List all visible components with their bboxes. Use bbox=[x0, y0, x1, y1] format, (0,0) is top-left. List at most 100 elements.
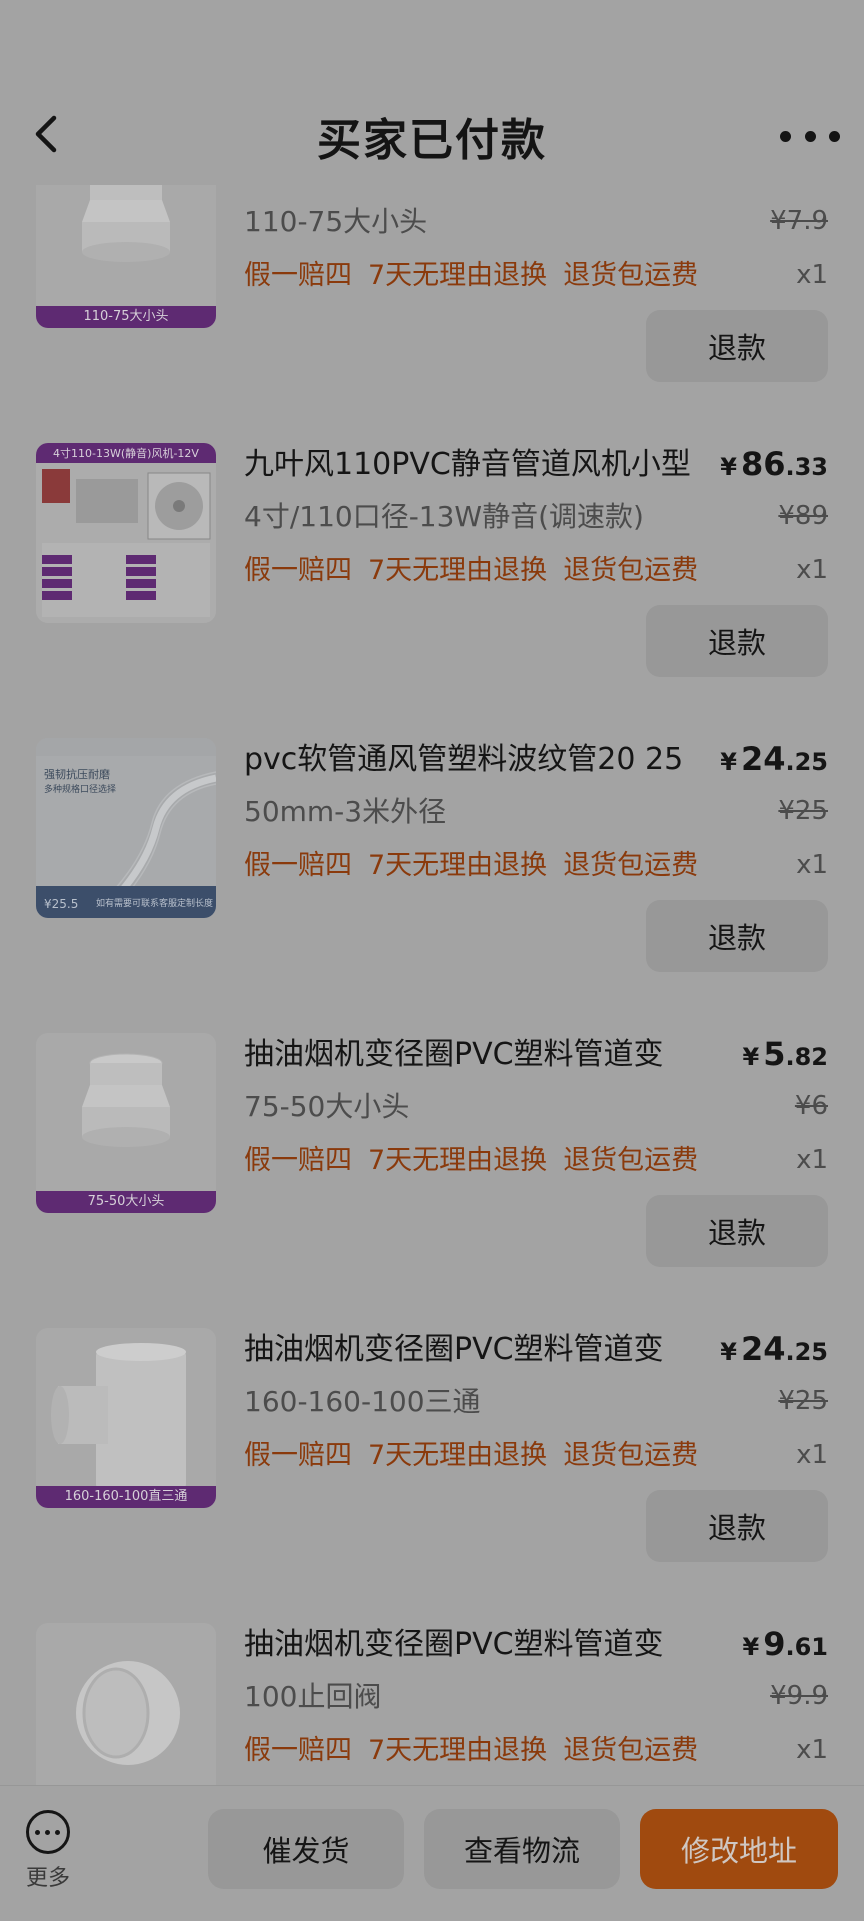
currency-symbol: ¥ bbox=[720, 453, 737, 481]
price-integer: 24 bbox=[740, 740, 786, 778]
check-valve-image bbox=[36, 1623, 216, 1785]
original-price: ¥25 bbox=[778, 796, 828, 826]
more-menu-button[interactable]: 更多 bbox=[20, 1810, 76, 1891]
price-integer: 5 bbox=[763, 1035, 786, 1073]
refund-button[interactable]: 退款 bbox=[646, 900, 828, 972]
top-nav-bar: 买家已付款 bbox=[0, 0, 864, 185]
tee-fitting-image bbox=[36, 1328, 216, 1508]
refund-button[interactable]: 退款 bbox=[646, 310, 828, 382]
service-tag: 假一赔四 bbox=[244, 850, 352, 881]
service-tag: 退货包运费 bbox=[563, 1440, 699, 1471]
order-item[interactable]: 75-50大小头 抽油烟机变径圈PVC塑料管道变 ¥5.82 75-50大小头 ¥6 假一… bbox=[0, 1033, 864, 1328]
product-name[interactable]: 抽油烟机变径圈PVC塑料管道变 bbox=[244, 1328, 724, 1372]
price-decimal: .82 bbox=[785, 1043, 828, 1071]
product-thumbnail[interactable]: 160-160-100直三通 bbox=[36, 1328, 216, 1508]
product-price: ¥9.61 bbox=[743, 1625, 828, 1663]
hose-headline: 强韧抗压耐磨 bbox=[44, 767, 110, 781]
view-logistics-button[interactable]: 查看物流 bbox=[424, 1809, 620, 1889]
product-spec: 160-160-100三通 bbox=[244, 1385, 481, 1418]
quantity: x1 bbox=[796, 1440, 828, 1470]
service-tags: 假一赔四 7天无理由退换 退货包运费 bbox=[244, 1141, 714, 1181]
price-integer: 86 bbox=[740, 445, 786, 483]
refund-button[interactable]: 退款 bbox=[646, 1490, 828, 1562]
order-item[interactable]: 抽油烟机变径圈PVC塑料管道变 ¥9.61 100止回阀 ¥9.9 假一赔四 7天无理由退… bbox=[0, 1623, 864, 1785]
order-item[interactable]: 强韧抗压耐磨 多种规格口径选择 ¥25.5 如有需要可联系客服定制长度 pvc软管通风管… bbox=[0, 738, 864, 1033]
product-price: ¥24.25 bbox=[720, 740, 828, 778]
service-tag: 7天无理由退换 bbox=[368, 555, 548, 586]
thumbnail-caption: 75-50大小头 bbox=[36, 1191, 216, 1213]
bottom-action-bar: 更多 催发货 查看物流 修改地址 bbox=[0, 1785, 864, 1921]
currency-symbol: ¥ bbox=[742, 1633, 760, 1661]
hose-price: ¥25.5 bbox=[44, 897, 78, 911]
reducer-fitting-image bbox=[36, 1033, 216, 1213]
product-price: ¥24.25 bbox=[720, 1330, 828, 1368]
product-price: ¥5.82 bbox=[743, 1035, 828, 1073]
quantity: x1 bbox=[796, 850, 828, 880]
quantity: x1 bbox=[796, 1735, 828, 1765]
urge-shipping-button[interactable]: 催发货 bbox=[208, 1809, 404, 1889]
service-tag: 假一赔四 bbox=[244, 1440, 352, 1471]
hose-subline: 多种规格口径选择 bbox=[44, 783, 116, 795]
dot-icon bbox=[829, 130, 840, 142]
product-thumbnail[interactable] bbox=[36, 1623, 216, 1785]
price-integer: 24 bbox=[740, 1330, 786, 1368]
quantity: x1 bbox=[796, 555, 828, 585]
original-price: ¥7.9 bbox=[770, 206, 828, 236]
service-tags: 假一赔四 7天无理由退换 退货包运费 bbox=[244, 846, 714, 886]
currency-symbol: ¥ bbox=[720, 1338, 737, 1366]
currency-symbol: ¥ bbox=[720, 748, 737, 776]
product-thumbnail[interactable]: 4寸110-13W(静音)风机-12V bbox=[36, 443, 216, 623]
more-icon bbox=[26, 1810, 70, 1854]
service-tag: 7天无理由退换 bbox=[368, 260, 548, 291]
dot-icon bbox=[780, 130, 791, 142]
service-tags: 假一赔四 7天无理由退换 退货包运费 bbox=[244, 1436, 714, 1476]
more-options-button[interactable] bbox=[780, 116, 840, 156]
original-price: ¥89 bbox=[778, 501, 828, 531]
service-tag: 7天无理由退换 bbox=[368, 1440, 548, 1471]
refund-button[interactable]: 退款 bbox=[646, 1195, 828, 1267]
service-tag: 退货包运费 bbox=[563, 850, 699, 881]
product-spec: 50mm-3米外径 bbox=[244, 795, 447, 828]
product-name[interactable]: 九叶风110PVC静音管道风机小型 bbox=[244, 443, 724, 487]
service-tag: 假一赔四 bbox=[244, 1735, 352, 1766]
service-tag: 7天无理由退换 bbox=[368, 1735, 548, 1766]
refund-button[interactable]: 退款 bbox=[646, 605, 828, 677]
currency-symbol: ¥ bbox=[742, 1043, 760, 1071]
original-price: ¥6 bbox=[794, 1091, 828, 1121]
service-tag: 退货包运费 bbox=[563, 555, 699, 586]
product-name[interactable]: pvc软管通风管塑料波纹管20 25 bbox=[244, 738, 724, 782]
product-spec: 100止回阀 bbox=[244, 1680, 382, 1713]
product-thumbnail[interactable]: 强韧抗压耐磨 多种规格口径选择 ¥25.5 如有需要可联系客服定制长度 bbox=[36, 738, 216, 918]
price-decimal: .25 bbox=[785, 748, 828, 776]
price-integer: 9 bbox=[763, 1625, 786, 1663]
price-decimal: .33 bbox=[785, 453, 828, 481]
page-title: 买家已付款 bbox=[317, 115, 547, 166]
product-price: ¥86.33 bbox=[720, 445, 828, 483]
service-tag: 7天无理由退换 bbox=[368, 850, 548, 881]
duct-fan-image: 4寸110-13W(静音)风机-12V bbox=[36, 443, 216, 623]
fan-banner-text: 4寸110-13W(静音)风机-12V bbox=[53, 446, 199, 460]
modify-address-button[interactable]: 修改地址 bbox=[640, 1809, 838, 1889]
product-thumbnail[interactable]: 75-50大小头 bbox=[36, 1033, 216, 1213]
product-spec: 4寸/110口径-13W静音(调速款) bbox=[244, 500, 644, 533]
product-spec: 110-75大小头 bbox=[244, 205, 428, 238]
thumbnail-caption: 110-75大小头 bbox=[36, 306, 216, 328]
price-decimal: .61 bbox=[785, 1633, 828, 1661]
service-tag: 假一赔四 bbox=[244, 260, 352, 291]
product-name[interactable]: 抽油烟机变径圈PVC塑料管道变 bbox=[244, 1033, 724, 1077]
product-name[interactable]: 抽油烟机变径圈PVC塑料管道变 bbox=[244, 1623, 724, 1667]
hose-note: 如有需要可联系客服定制长度 bbox=[96, 897, 213, 909]
original-price: ¥25 bbox=[778, 1386, 828, 1416]
dot-icon bbox=[804, 130, 816, 142]
service-tag: 假一赔四 bbox=[244, 555, 352, 586]
service-tag: 假一赔四 bbox=[244, 1145, 352, 1176]
order-item[interactable]: 4寸110-13W(静音)风机-12V 九叶风110PVC静音管道风机小型 ¥86.… bbox=[0, 443, 864, 738]
service-tags: 假一赔四 7天无理由退换 退货包运费 bbox=[244, 1731, 714, 1771]
order-item[interactable]: 110-75大小头抽油烟机变径圈PVC塑料管道变¥7.67110-75大小头¥7… bbox=[0, 148, 864, 443]
original-price: ¥9.9 bbox=[770, 1681, 828, 1711]
order-item-list: 110-75大小头抽油烟机变径圈PVC塑料管道变¥7.67110-75大小头¥7… bbox=[0, 0, 864, 1785]
order-item[interactable]: 160-160-100直三通 抽油烟机变径圈PVC塑料管道变 ¥24.25 160-1… bbox=[0, 1328, 864, 1623]
corrugated-hose-image: 强韧抗压耐磨多种规格口径选择 ¥25.5 如有需要可联系客服定制长度 bbox=[36, 738, 216, 918]
service-tags: 假一赔四 7天无理由退换 退货包运费 bbox=[244, 551, 714, 591]
service-tag: 退货包运费 bbox=[563, 260, 699, 291]
